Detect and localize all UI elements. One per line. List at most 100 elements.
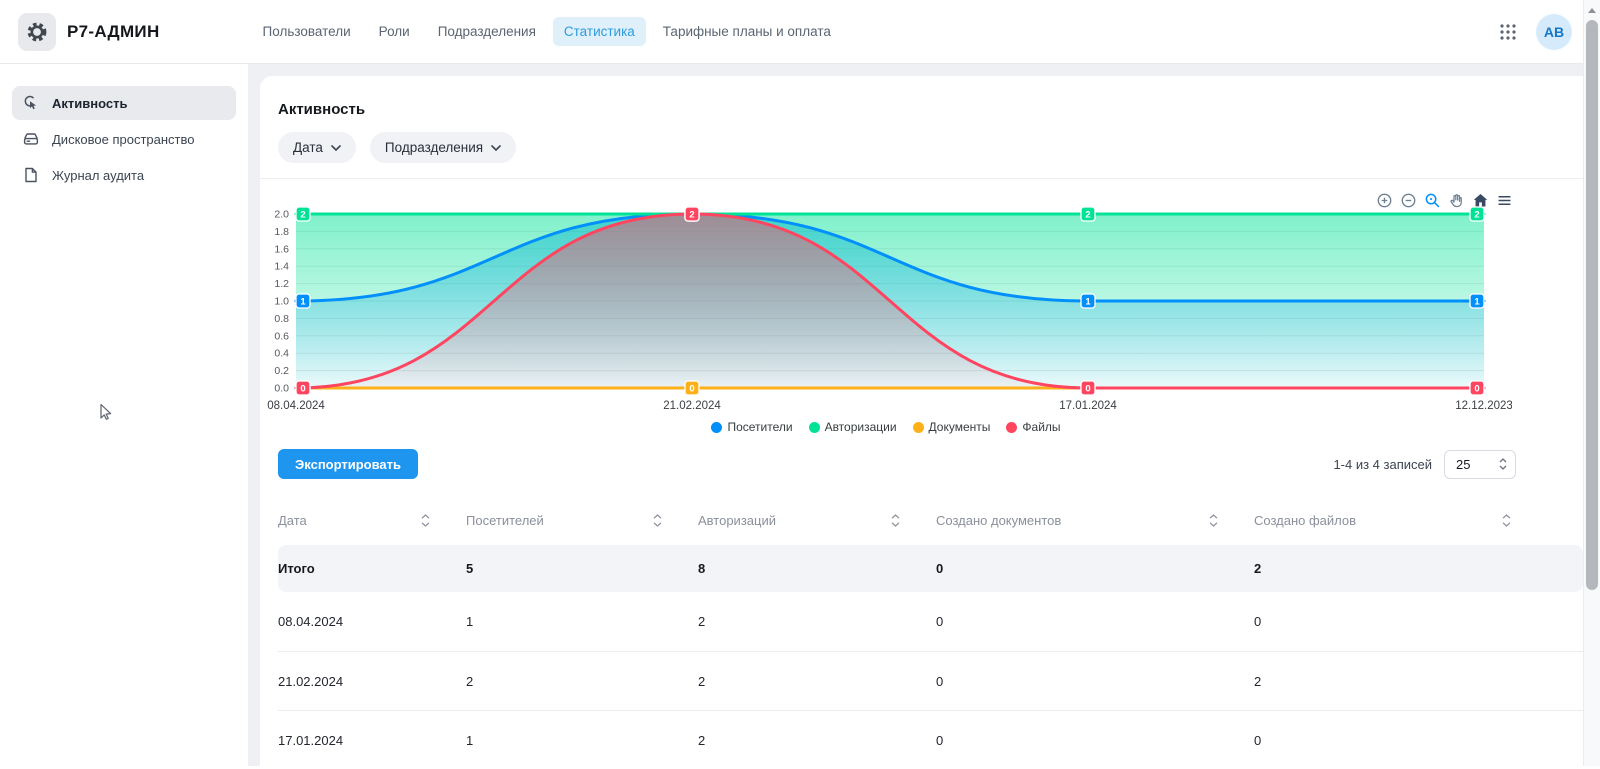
table-cell: 0 xyxy=(936,674,1254,689)
legend-dot xyxy=(913,422,924,433)
svg-text:0.6: 0.6 xyxy=(274,330,289,342)
table-row: 08.04.20241200 xyxy=(278,592,1583,651)
table-cell: 0 xyxy=(936,614,1254,629)
sort-button[interactable] xyxy=(891,514,900,527)
legend-dot xyxy=(711,422,722,433)
filter-pill-1[interactable]: Подразделения xyxy=(370,132,516,163)
table-column-header-1: Посетителей xyxy=(466,513,698,528)
scrollbar-track[interactable] xyxy=(1583,0,1600,766)
chart-plot[interactable]: 0.00.20.40.60.81.01.21.41.61.82.008.04.2… xyxy=(260,200,1512,435)
svg-text:1: 1 xyxy=(300,297,306,308)
svg-text:21.02.2024: 21.02.2024 xyxy=(663,400,721,412)
table-column-header-4: Создано файлов xyxy=(1254,513,1583,528)
table-total-row: Итого5802 xyxy=(278,545,1583,592)
svg-text:2: 2 xyxy=(300,210,305,221)
legend-item-1[interactable]: Авторизации xyxy=(809,420,897,434)
content-card: Активность Дата Подразделения 0.0 0.2 0.4 0.… xyxy=(260,76,1583,766)
table-cell: 17.01.2024 xyxy=(278,733,466,748)
svg-text:0.4: 0.4 xyxy=(274,348,289,360)
apps-grid-icon[interactable] xyxy=(1498,22,1518,42)
page-size-value: 25 xyxy=(1456,457,1470,472)
nav-tab-2[interactable]: Подразделения xyxy=(427,17,547,46)
table-row: 17.01.20241200 xyxy=(278,710,1583,769)
page-size-select[interactable]: 25 xyxy=(1444,450,1516,479)
legend-item-2[interactable]: Документы xyxy=(913,420,991,434)
table-cell: 2 xyxy=(698,614,936,629)
table-cell: 8 xyxy=(698,561,936,576)
table-cell: 0 xyxy=(1254,614,1583,629)
svg-text:1.2: 1.2 xyxy=(274,278,289,290)
filters-row: Дата Подразделения xyxy=(278,132,516,163)
table-cell: 1 xyxy=(466,614,698,629)
spinner-icon[interactable] xyxy=(1499,458,1507,470)
sidebar-item-0[interactable]: Активность xyxy=(12,86,236,120)
nav-tab-4[interactable]: Тарифные планы и оплата xyxy=(652,17,842,46)
scroll-up-button[interactable] xyxy=(1584,3,1600,17)
header: Р7-АДМИН ПользователиРолиПодразделенияСт… xyxy=(0,0,1600,64)
svg-text:1: 1 xyxy=(1474,297,1480,308)
sidebar: АктивностьДисковое пространствоЖурнал ау… xyxy=(0,64,248,766)
app-title: Р7-АДМИН xyxy=(67,22,160,42)
svg-text:17.01.2024: 17.01.2024 xyxy=(1059,400,1117,412)
legend-item-3[interactable]: Файлы xyxy=(1006,420,1060,434)
avatar[interactable]: АВ xyxy=(1536,14,1572,50)
nav-tab-1[interactable]: Роли xyxy=(368,17,421,46)
header-right: АВ xyxy=(1498,14,1572,50)
table-cell: Итого xyxy=(278,561,466,576)
legend-item-0[interactable]: Посетители xyxy=(711,420,792,434)
sort-button[interactable] xyxy=(653,514,662,527)
svg-text:1.6: 1.6 xyxy=(274,243,289,255)
export-row: Экспортировать 1-4 из 4 записей 25 xyxy=(278,449,1516,479)
svg-text:2: 2 xyxy=(1474,210,1479,221)
sort-button[interactable] xyxy=(421,514,430,527)
svg-text:2: 2 xyxy=(689,210,694,221)
svg-text:0.0: 0.0 xyxy=(274,383,289,395)
activity-table: ДатаПосетителейАвторизацийСоздано докуме… xyxy=(278,501,1583,769)
svg-text:0: 0 xyxy=(300,384,305,395)
table-cell: 2 xyxy=(698,674,936,689)
gear-icon xyxy=(25,20,49,44)
sidebar-item-1[interactable]: Дисковое пространство xyxy=(12,122,236,156)
table-cell: 0 xyxy=(936,733,1254,748)
activity-icon xyxy=(22,94,40,112)
sort-button[interactable] xyxy=(1209,514,1218,527)
svg-text:12.12.2023: 12.12.2023 xyxy=(1455,400,1512,412)
records-info: 1-4 из 4 записей xyxy=(1333,457,1432,472)
legend-dot xyxy=(1006,422,1017,433)
table-cell: 2 xyxy=(698,733,936,748)
svg-text:0.8: 0.8 xyxy=(274,313,289,325)
header-nav: ПользователиРолиПодразделенияСтатистикаТ… xyxy=(252,17,842,46)
table-header-row: ДатаПосетителейАвторизацийСоздано докуме… xyxy=(278,501,1583,539)
svg-text:1.4: 1.4 xyxy=(274,261,289,273)
divider xyxy=(260,178,1583,179)
svg-text:2.0: 2.0 xyxy=(274,209,289,221)
table-row: 21.02.20242202 xyxy=(278,651,1583,710)
legend-dot xyxy=(809,422,820,433)
pagination: 1-4 из 4 записей 25 xyxy=(1333,449,1516,479)
svg-text:1: 1 xyxy=(1085,297,1091,308)
svg-text:0.2: 0.2 xyxy=(274,365,289,377)
sort-button[interactable] xyxy=(1502,514,1511,527)
chart-legend: Посетители Авторизации Документы Файлы xyxy=(260,420,1512,434)
table-column-header-3: Создано документов xyxy=(936,513,1254,528)
filter-pill-0[interactable]: Дата xyxy=(278,132,356,163)
table-cell: 2 xyxy=(1254,561,1583,576)
disk-icon xyxy=(22,130,40,148)
export-button[interactable]: Экспортировать xyxy=(278,449,418,479)
app-logo xyxy=(18,13,56,51)
table-rows: 08.04.2024120021.02.2024220217.01.202412… xyxy=(278,592,1583,769)
scrollbar-thumb[interactable] xyxy=(1586,20,1598,590)
chevron-down-icon xyxy=(331,145,341,151)
nav-tab-3[interactable]: Статистика xyxy=(553,17,646,46)
table-cell: 0 xyxy=(1254,733,1583,748)
sidebar-item-2[interactable]: Журнал аудита xyxy=(12,158,236,192)
table-cell: 1 xyxy=(466,733,698,748)
nav-tab-0[interactable]: Пользователи xyxy=(252,17,362,46)
svg-text:0: 0 xyxy=(1085,384,1090,395)
page-title: Активность xyxy=(278,101,365,118)
page-body: АктивностьДисковое пространствоЖурнал ау… xyxy=(0,64,1583,766)
table-column-header-2: Авторизаций xyxy=(698,513,936,528)
table-cell: 08.04.2024 xyxy=(278,614,466,629)
svg-text:2: 2 xyxy=(1085,210,1090,221)
svg-text:08.04.2024: 08.04.2024 xyxy=(267,400,325,412)
